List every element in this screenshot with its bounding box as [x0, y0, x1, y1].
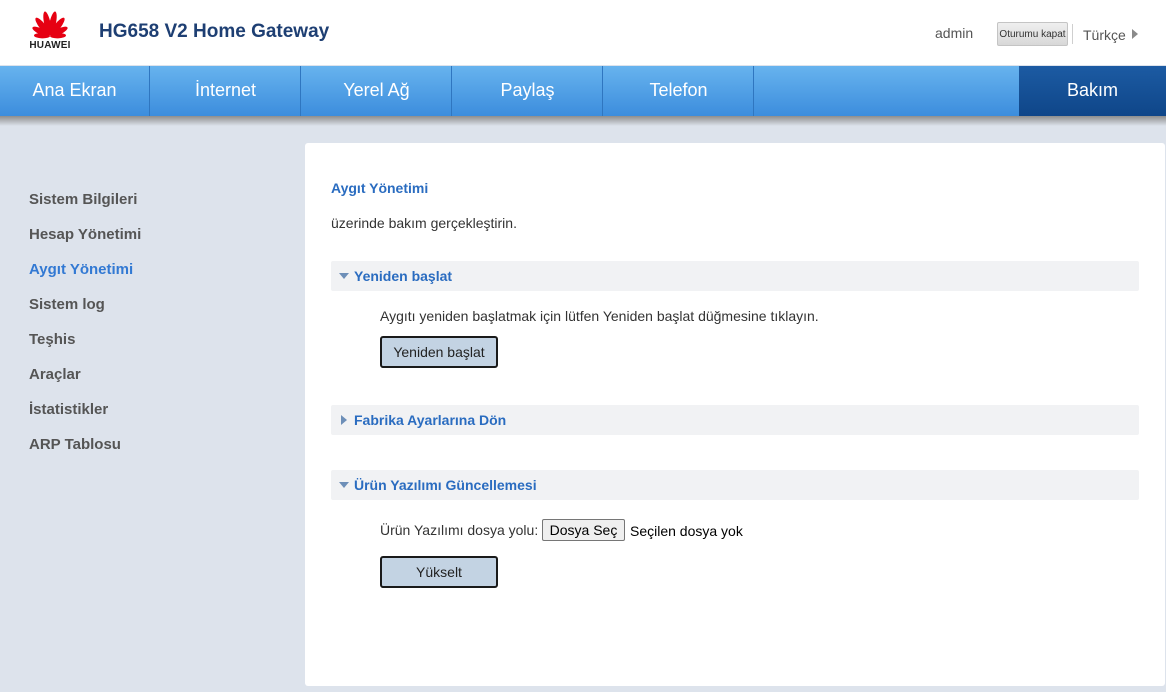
page-title: Aygıt Yönetimi [331, 180, 429, 196]
reboot-button[interactable]: Yeniden başlat [380, 336, 498, 368]
section-title-reboot: Yeniden başlat [354, 268, 453, 284]
language-selector[interactable]: Türkçe [1083, 27, 1138, 43]
section-header-reboot[interactable]: Yeniden başlat [331, 261, 1139, 291]
sidebar-item-sistem-log[interactable]: Sistem log [29, 296, 105, 313]
choose-file-button[interactable]: Dosya Seç [542, 519, 625, 541]
username: admin [935, 25, 974, 41]
nav-item-ana-ekran[interactable]: Ana Ekran [0, 66, 150, 116]
nav-item-yerel-ag[interactable]: Yerel Ağ [302, 66, 452, 116]
huawei-petal-icon [32, 11, 68, 39]
header-divider [1072, 24, 1073, 44]
section-title-factory-reset: Fabrika Ayarlarına Dön [354, 412, 507, 428]
sidebar-item-hesap-yonetimi[interactable]: Hesap Yönetimi [29, 226, 141, 243]
triangle-right-icon [341, 415, 347, 425]
header: HUAWEI HG658 V2 Home Gateway admin Oturu… [0, 0, 1166, 65]
nav-item-paylas[interactable]: Paylaş [453, 66, 603, 116]
section-title-firmware: Ürün Yazılımı Güncellemesi [354, 477, 537, 493]
section-header-firmware[interactable]: Ürün Yazılımı Güncellemesi [331, 470, 1139, 500]
triangle-right-icon [1131, 29, 1138, 39]
sidebar-item-teshis[interactable]: Teşhis [29, 331, 75, 348]
nav-item-internet[interactable]: İnternet [151, 66, 301, 116]
sidebar-item-sistem-bilgileri[interactable]: Sistem Bilgileri [29, 191, 137, 208]
huawei-logo: HUAWEI [24, 5, 76, 53]
sidebar-item-arp-tablosu[interactable]: ARP Tablosu [29, 436, 121, 453]
nav-item-telefon[interactable]: Telefon [604, 66, 754, 116]
page-description: üzerinde bakım gerçekleştirin. [331, 215, 517, 231]
section-header-factory-reset[interactable]: Fabrika Ayarlarına Dön [331, 405, 1139, 435]
content-panel: Aygıt Yönetimi üzerinde bakım gerçekleşt… [305, 143, 1165, 686]
nav-item-bakim[interactable]: Bakım [1019, 66, 1166, 116]
language-label: Türkçe [1083, 27, 1126, 43]
triangle-down-icon [339, 482, 349, 488]
brand-name: HUAWEI [29, 40, 71, 51]
reboot-instruction: Aygıtı yeniden başlatmak için lütfen Yen… [380, 308, 819, 324]
nav-shadow [0, 116, 1166, 126]
logout-button[interactable]: Oturumu kapat [997, 22, 1068, 46]
firmware-path-label: Ürün Yazılımı dosya yolu: [380, 522, 539, 538]
upgrade-button[interactable]: Yükselt [380, 556, 498, 588]
sidebar-item-istatistikler[interactable]: İstatistikler [29, 401, 108, 418]
main-nav: Ana Ekran İnternet Yerel Ağ Paylaş Telef… [0, 66, 1166, 116]
sidebar-item-araclar[interactable]: Araçlar [29, 366, 81, 383]
triangle-down-icon [339, 273, 349, 279]
no-file-selected-text: Seçilen dosya yok [630, 523, 743, 539]
sidebar-item-aygit-yonetimi[interactable]: Aygıt Yönetimi [29, 261, 133, 278]
app-title: HG658 V2 Home Gateway [99, 21, 330, 42]
